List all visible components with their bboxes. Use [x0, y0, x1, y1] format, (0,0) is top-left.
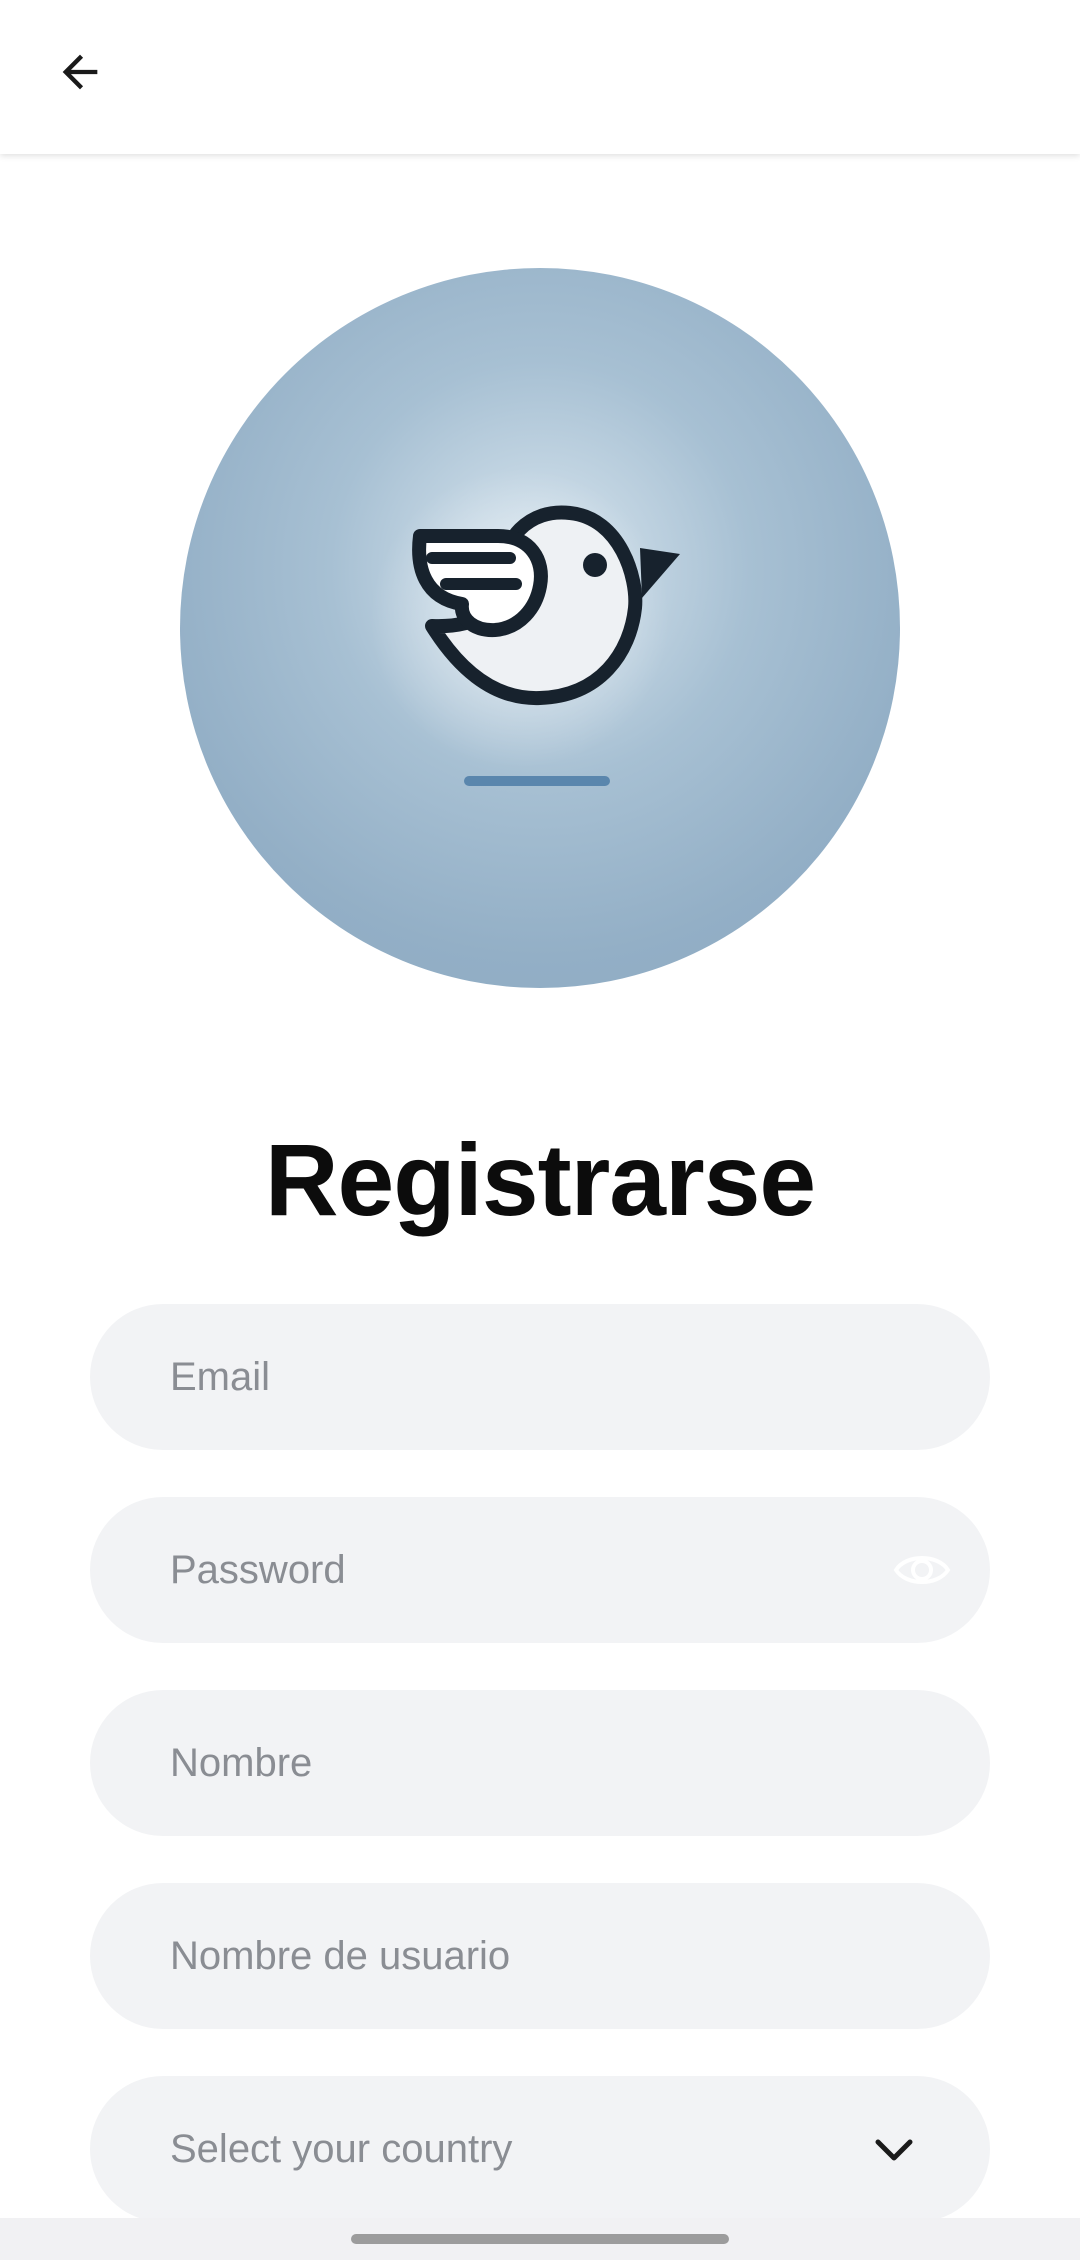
country-select[interactable]: Select your country	[90, 2076, 990, 2222]
bird-logo-icon	[370, 468, 680, 786]
arrow-back-icon	[62, 54, 98, 90]
name-field[interactable]	[90, 1690, 990, 1836]
system-navigation-bar	[0, 2218, 1080, 2260]
username-field[interactable]	[90, 1883, 990, 2029]
profile-avatar[interactable]	[180, 268, 900, 988]
chevron-down-icon	[875, 2139, 913, 2161]
country-select-label: Select your country	[170, 2127, 513, 2171]
email-input[interactable]	[170, 1304, 870, 1450]
password-field[interactable]	[90, 1497, 990, 1643]
password-input[interactable]	[170, 1497, 870, 1643]
password-visibility-toggle[interactable]	[892, 1542, 952, 1598]
back-button[interactable]	[44, 36, 116, 108]
eye-icon	[893, 1556, 951, 1584]
page-title: Registrarse	[264, 1123, 816, 1237]
top-app-bar	[0, 0, 1080, 154]
email-field[interactable]	[90, 1304, 990, 1450]
name-input[interactable]	[170, 1690, 870, 1836]
home-indicator[interactable]	[351, 2234, 729, 2244]
username-input[interactable]	[170, 1883, 870, 2029]
